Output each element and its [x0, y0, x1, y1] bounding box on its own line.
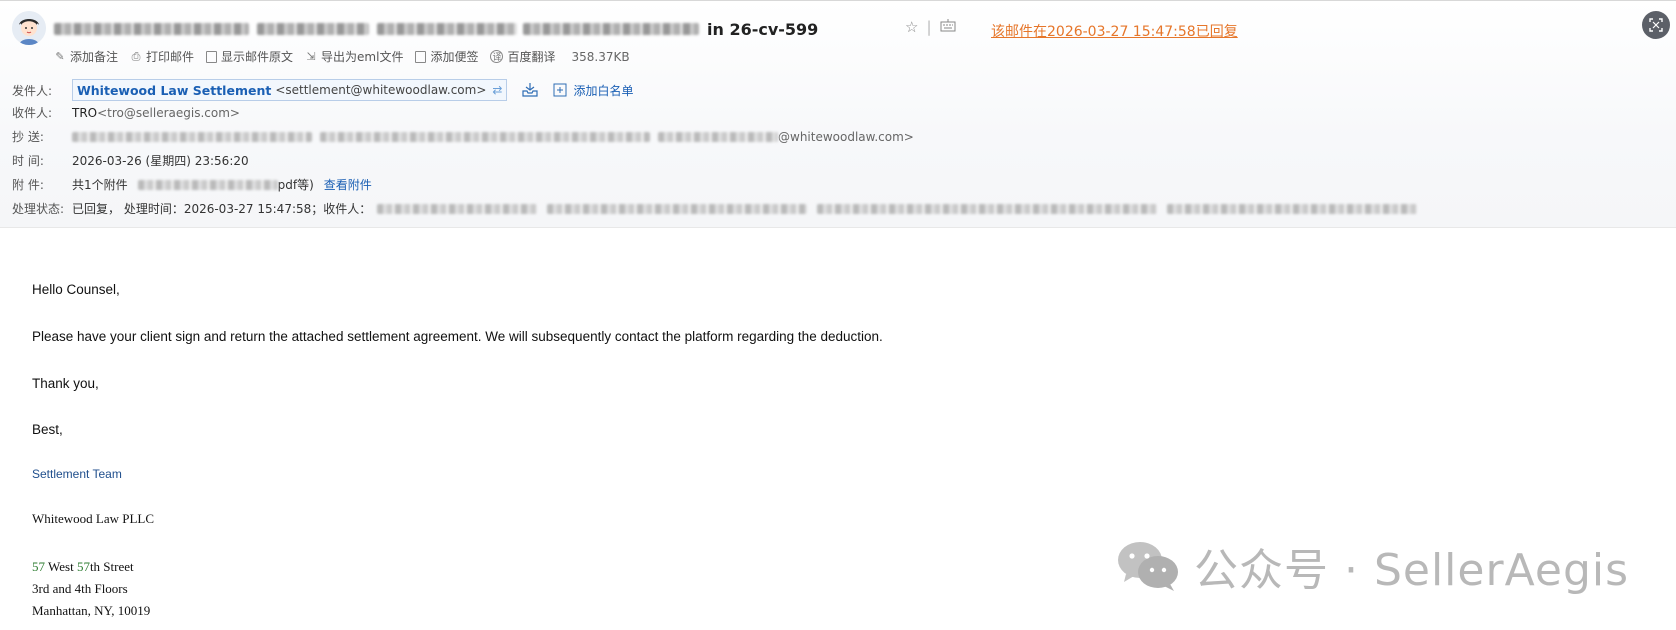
watermark: 公众号 · SellerAegis — [1116, 534, 1629, 598]
redacted-cc — [72, 131, 312, 142]
wechat-icon — [1118, 542, 1178, 591]
attachment-row: 附 件: 共1个附件 pdf等) 查看附件 — [12, 176, 372, 193]
address-line-3: Manhattan, NY, 10019 — [32, 603, 151, 618]
export-eml-label: 导出为eml文件 — [321, 50, 404, 64]
status-row: 处理状态: 已回复， 处理时间：2026-03-27 15:47:58；收件人： — [12, 200, 1418, 217]
address-line-2: 3rd and 4th Floors — [32, 581, 128, 596]
divider: | — [926, 18, 932, 36]
translate-button[interactable]: 译 百度翻译 — [490, 48, 556, 65]
fullscreen-icon — [1649, 18, 1663, 32]
keyboard-icon[interactable] — [940, 18, 956, 36]
translate-icon: 译 — [490, 50, 504, 63]
cc-row: 抄 送: @whitewoodlaw.com> — [12, 128, 914, 145]
redacted-subject-part — [523, 23, 699, 35]
redacted-filename — [137, 179, 278, 190]
redacted-subject-part — [377, 23, 517, 35]
redacted-subject-part — [257, 23, 369, 35]
redacted-subject-part — [54, 23, 249, 35]
print-label: 打印邮件 — [146, 50, 195, 64]
time-label: 时 间: — [12, 154, 44, 168]
time-row: 时 间: 2026-03-26 (星期四) 23:56:20 — [12, 152, 249, 169]
greeting: Hello Counsel, — [32, 282, 120, 297]
swap-icon[interactable]: ⇄ — [492, 83, 502, 97]
add-note-button[interactable]: ✎ 添加备注 — [54, 48, 118, 65]
add-sticky-button[interactable]: 添加便签 — [415, 48, 478, 65]
from-label: 发件人: — [12, 83, 53, 98]
document-icon — [206, 50, 218, 63]
translate-label: 百度翻译 — [507, 50, 556, 64]
body-paragraph: Please have your client sign and return … — [32, 329, 883, 344]
email-subject: in 26-cv-599 — [54, 17, 818, 41]
sender-email: <settlement@whitewoodlaw.com> — [275, 83, 487, 97]
redacted-recipient — [817, 203, 1158, 214]
add-note-label: 添加备注 — [70, 50, 119, 64]
from-row: 发件人: Whitewood Law Settlement <settlemen… — [12, 79, 633, 101]
status-label: 处理状态: — [12, 202, 65, 216]
status-value: 已回复， 处理时间：2026-03-27 15:47:58；收件人： — [72, 202, 372, 216]
subject-case-number: in 26-cv-599 — [707, 19, 819, 39]
address-text: th Street — [89, 559, 134, 574]
redacted-recipient — [377, 203, 538, 214]
time-value: 2026-03-26 (星期四) 23:56:20 — [72, 154, 249, 168]
add-whitelist-button[interactable]: 添加白名单 — [553, 82, 633, 99]
view-attachment-link[interactable]: 查看附件 — [324, 176, 372, 193]
export-icon: ⇲ — [306, 50, 316, 63]
thanks-line: Thank you, — [32, 376, 99, 391]
redacted-recipient — [1167, 203, 1418, 214]
printer-icon: ⎙ — [131, 49, 141, 63]
add-whitelist-label: 添加白名单 — [573, 83, 634, 98]
redacted-cc — [658, 131, 778, 142]
mail-header: in 26-cv-599 ☆ | 该邮件在2026-03-27 15:47:58… — [0, 1, 1676, 228]
cc-email-tail: @whitewoodlaw.com> — [778, 129, 914, 144]
print-button[interactable]: ⎙ 打印邮件 — [130, 48, 194, 65]
sticky-note-icon — [415, 50, 427, 63]
address-number: 57 — [76, 559, 90, 574]
cc-label: 抄 送: — [12, 130, 44, 144]
subject-actions: ☆ | — [905, 18, 956, 36]
add-sticky-label: 添加便签 — [430, 50, 479, 64]
save-contact-button[interactable] — [521, 82, 539, 98]
signature-firm: Whitewood Law PLLC — [32, 511, 155, 526]
plus-box-icon — [553, 83, 567, 97]
sender-name: Whitewood Law Settlement — [77, 82, 272, 98]
to-name[interactable]: TRO — [72, 106, 97, 120]
best-line: Best, — [32, 422, 63, 437]
mail-size: 358.37KB — [571, 49, 630, 64]
attachment-label: 附 件: — [12, 178, 44, 192]
avatar[interactable] — [12, 11, 46, 45]
pencil-icon: ✎ — [55, 50, 65, 63]
replied-notice-link[interactable]: 该邮件在2026-03-27 15:47:58已回复 — [991, 21, 1238, 41]
address-text: West — [45, 559, 77, 574]
attachment-count: 共1个附件 — [72, 178, 128, 192]
to-label: 收件人: — [12, 106, 53, 120]
attachment-suffix: pdf等) — [277, 178, 314, 192]
show-source-label: 显示邮件原文 — [221, 50, 294, 64]
address-number: 57 — [32, 559, 45, 574]
redacted-recipient — [547, 203, 808, 214]
fullscreen-button[interactable] — [1642, 11, 1670, 39]
to-row: 收件人: TRO <tro@selleraegis.com> — [12, 104, 240, 121]
address-line-1: 57 West 57th Street — [32, 559, 134, 575]
mail-toolbar: ✎ 添加备注 ⎙ 打印邮件 显示邮件原文 ⇲ 导出为eml文件 添加便签 译 百… — [54, 48, 630, 65]
sender-chip[interactable]: Whitewood Law Settlement <settlement@whi… — [72, 79, 508, 101]
signature-team: Settlement Team — [32, 467, 122, 481]
star-icon[interactable]: ☆ — [905, 18, 918, 36]
show-source-button[interactable]: 显示邮件原文 — [206, 48, 293, 65]
to-email: <tro@selleraegis.com> — [97, 105, 240, 120]
redacted-cc — [320, 131, 650, 142]
inbox-icon — [522, 83, 539, 97]
watermark-text: 公众号 · SellerAegis — [1194, 545, 1630, 596]
export-eml-button[interactable]: ⇲ 导出为eml文件 — [305, 48, 403, 65]
